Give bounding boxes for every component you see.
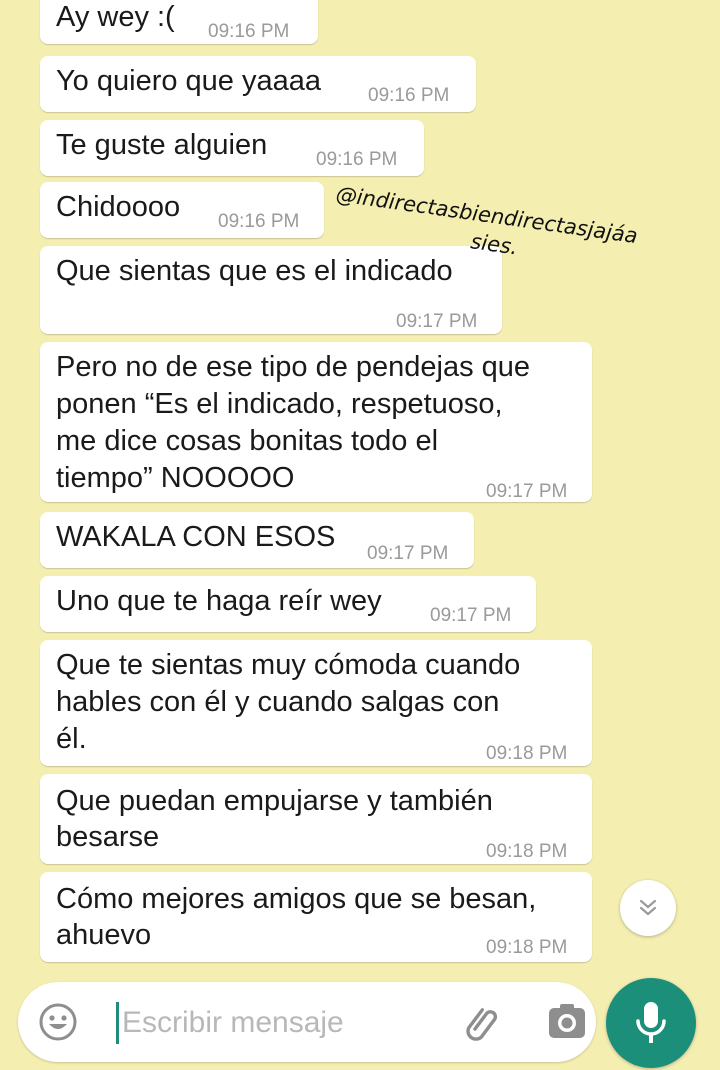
message-text-line: besarse <box>56 821 160 853</box>
message-time: 09:16 PM <box>316 149 398 170</box>
message-text-line: él. <box>56 723 87 755</box>
message-time: 09:18 PM <box>486 743 568 764</box>
camera-icon[interactable] <box>545 1000 589 1044</box>
message-time: 09:16 PM <box>368 85 450 106</box>
message-time: 09:18 PM <box>486 937 568 958</box>
message-text: Que sientas que es el indicado <box>56 255 453 287</box>
message-time: 09:16 PM <box>218 211 300 232</box>
message-text-line: hables con él y cuando salgas con <box>56 686 500 718</box>
message-text: Uno que te haga reír wey <box>56 585 382 617</box>
message-text: Te guste alguien <box>56 129 268 161</box>
message-text-line: Que te sientas muy cómoda cuando <box>56 649 521 681</box>
message-time: 09:17 PM <box>430 605 512 626</box>
message-text: WAKALA CON ESOS <box>56 521 336 553</box>
message-text-line: ponen “Es el indicado, respetuoso, <box>56 388 503 420</box>
message-bubble[interactable]: WAKALA CON ESOS 09:17 PM <box>40 512 474 568</box>
message-text-line: tiempo” NOOOOO <box>56 462 295 494</box>
message-bubble[interactable]: Que sientas que es el indicado 09:17 PM <box>40 246 502 334</box>
message-time: 09:17 PM <box>486 481 568 502</box>
double-chevron-down-icon <box>639 899 657 916</box>
message-text-line: Que puedan empujarse y también <box>56 785 493 817</box>
scroll-to-bottom-button[interactable] <box>620 880 676 936</box>
message-time: 09:16 PM <box>208 21 290 42</box>
message-bubble[interactable]: Pero no de ese tipo de pendejas que pone… <box>40 342 592 502</box>
message-input[interactable] <box>122 1000 432 1046</box>
message-text: Chidoooo <box>56 191 181 223</box>
message-composer <box>18 982 596 1062</box>
message-bubble[interactable]: Que te sientas muy cómoda cuando hables … <box>40 640 592 766</box>
message-bubble[interactable]: Yo quiero que yaaaa 09:16 PM <box>40 56 476 112</box>
message-bubble[interactable]: Cómo mejores amigos que se besan, ahuevo… <box>40 872 592 962</box>
microphone-icon <box>636 1002 666 1043</box>
message-bubble[interactable]: Te guste alguien 09:16 PM <box>40 120 424 176</box>
text-cursor <box>116 1002 119 1044</box>
message-text-line: ahuevo <box>56 919 152 951</box>
message-text-line: me dice cosas bonitas todo el <box>56 425 439 457</box>
message-text: Yo quiero que yaaaa <box>56 65 321 97</box>
message-bubble[interactable]: Uno que te haga reír wey 09:17 PM <box>40 576 536 632</box>
paperclip-icon[interactable] <box>458 998 506 1046</box>
message-text-line: Pero no de ese tipo de pendejas que <box>56 351 531 383</box>
message-bubble[interactable]: Que puedan empujarse y también besarse 0… <box>40 774 592 864</box>
voice-record-button[interactable] <box>606 978 696 1068</box>
message-time: 09:18 PM <box>486 841 568 862</box>
message-text-line: Cómo mejores amigos que se besan, <box>56 883 537 915</box>
message-bubble[interactable]: Ay wey :( 09:16 PM <box>40 0 318 44</box>
chat-area[interactable]: Ay wey :( 09:16 PM Yo quiero que yaaaa 0… <box>0 0 720 975</box>
message-bubble[interactable]: Chidoooo 09:16 PM <box>40 182 324 238</box>
message-time: 09:17 PM <box>396 311 478 332</box>
message-time: 09:17 PM <box>367 543 449 564</box>
message-text: Ay wey :( <box>56 1 175 33</box>
smiley-icon[interactable] <box>38 1002 78 1042</box>
